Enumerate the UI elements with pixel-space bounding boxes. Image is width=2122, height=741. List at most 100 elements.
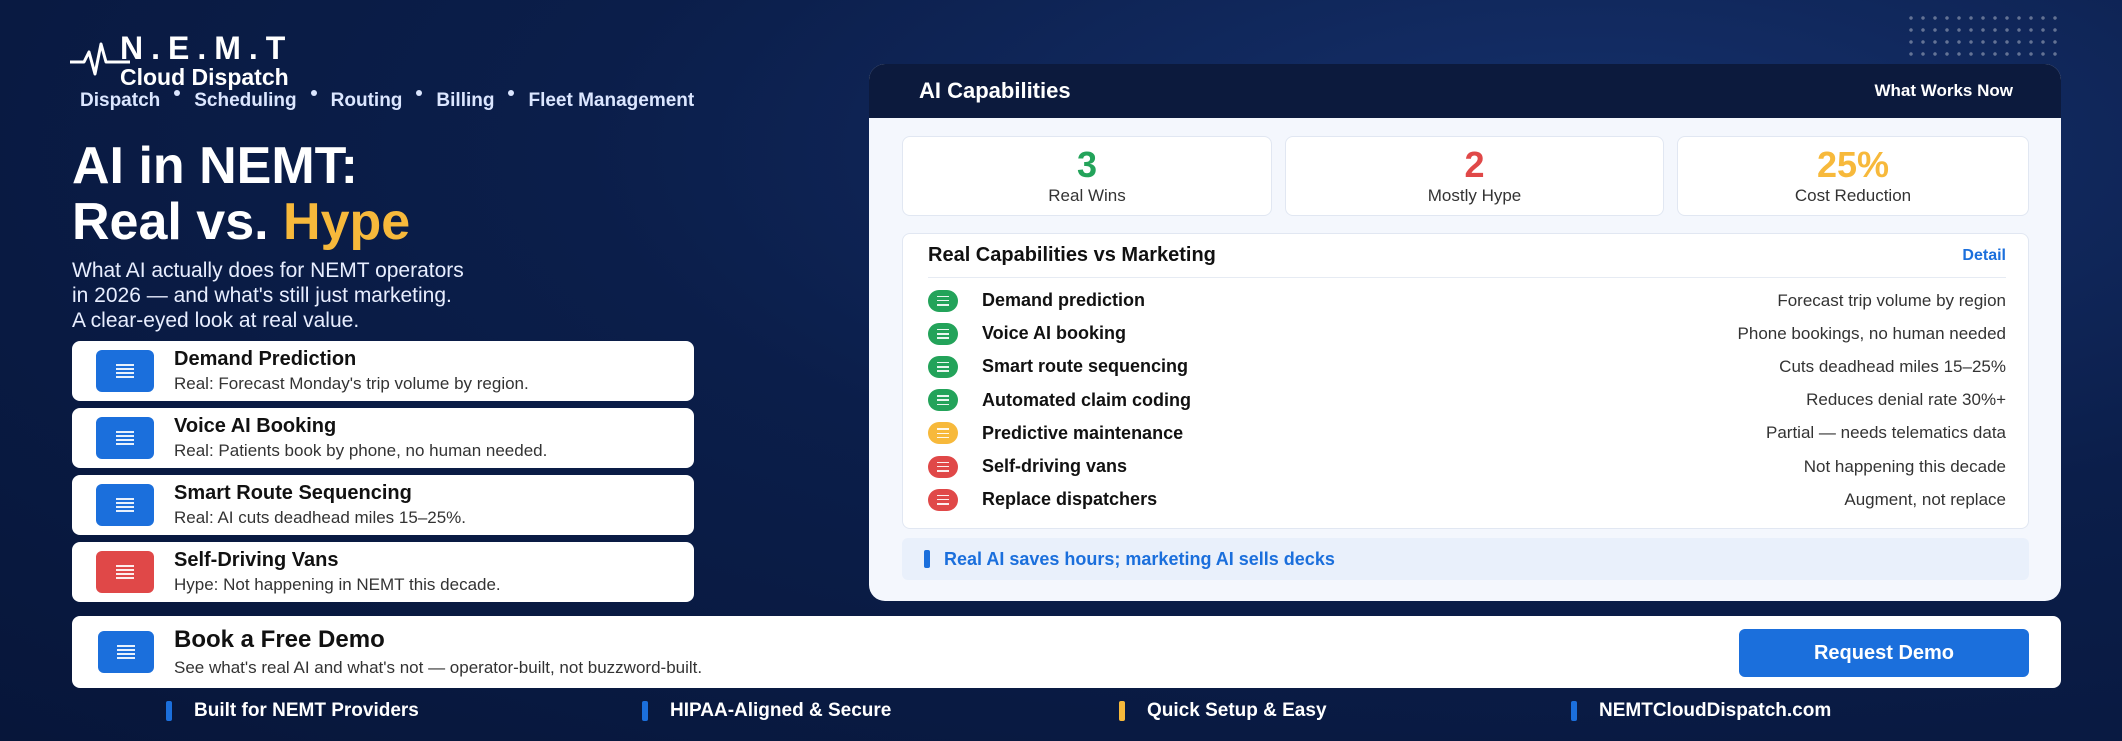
capability-desc: Phone bookings, no human needed	[1737, 323, 2006, 343]
accent-bar	[642, 701, 648, 721]
row-left: Replace dispatchers	[928, 488, 1158, 511]
nav-item-routing[interactable]: Routing	[331, 90, 403, 112]
table-row[interactable]: Self-driving vans Not happening this deca…	[928, 450, 2006, 483]
feature-card-list: Demand Prediction Real: Forecast Monday'…	[72, 341, 694, 609]
callout-banner: Real AI saves hours; marketing AI sells …	[902, 538, 2029, 580]
nav-item-fleet-management[interactable]: Fleet Management	[528, 90, 694, 112]
footer-item-text[interactable]: NEMTCloudDispatch.com	[1599, 700, 1831, 722]
hero-title-prefix: Real vs.	[72, 193, 284, 251]
row-left: Self-driving vans	[928, 455, 1128, 478]
status-icon	[928, 488, 958, 511]
capability-name: Demand prediction	[982, 290, 1146, 311]
card-title: Self-Driving Vans	[174, 549, 339, 571]
feature-card-demand-prediction[interactable]: Demand Prediction Real: Forecast Monday'…	[72, 341, 694, 401]
capability-name: Replace dispatchers	[982, 489, 1158, 510]
capability-name: Self-driving vans	[982, 456, 1128, 477]
capability-name: Predictive maintenance	[982, 422, 1184, 443]
footer-item-text: HIPAA-Aligned & Secure	[670, 700, 892, 721]
intro-line: What AI actually does for NEMT operators	[72, 259, 464, 282]
capability-name: Automated claim coding	[982, 389, 1192, 410]
table-row[interactable]: Voice AI booking Phone bookings, no human…	[928, 317, 2006, 350]
stat-value: 3	[1076, 144, 1098, 185]
stat-value: 25%	[1816, 144, 1890, 185]
table-header: Real Capabilities vs Marketing Detail	[928, 234, 2006, 278]
row-left: Demand prediction	[928, 289, 1146, 312]
status-icon	[928, 355, 958, 378]
brand-name: N.E.M.T	[120, 30, 294, 66]
accent-bar	[1119, 701, 1125, 721]
stat-real-wins: 3 Real Wins	[902, 136, 1272, 216]
accent-bar	[166, 701, 172, 721]
stat-label: Cost Reduction	[1794, 186, 1912, 205]
capability-desc: Not happening this decade	[1803, 456, 2006, 476]
table-row[interactable]: Automated claim coding Reduces denial rat…	[928, 384, 2006, 417]
stat-mostly-hype: 2 Mostly Hype	[1285, 136, 1664, 216]
card-title: Voice AI Booking	[174, 415, 337, 437]
capability-desc: Reduces denial rate 30%+	[1806, 390, 2006, 410]
nav-separator	[508, 90, 515, 96]
hero-title-highlight: Hype	[283, 193, 411, 251]
nav-item-billing[interactable]: Billing	[436, 90, 494, 112]
list-icon	[96, 484, 154, 526]
panel-title: AI Capabilities	[919, 78, 1071, 103]
list-icon	[96, 417, 154, 459]
ai-capabilities-panel: AI Capabilities What Works Now 3 Real Wi…	[869, 64, 2061, 601]
list-icon	[98, 631, 154, 673]
feature-card-voice-ai-booking[interactable]: Voice AI Booking Real: Patients book by …	[72, 408, 694, 468]
hero-title-line1: AI in NEMT:	[72, 137, 358, 195]
row-left: Automated claim coding	[928, 389, 1192, 412]
card-desc: Real: Forecast Monday's trip volume by r…	[174, 374, 529, 393]
nav-separator	[310, 90, 317, 96]
capability-name: Voice AI booking	[982, 323, 1127, 344]
capability-desc: Forecast trip volume by region	[1777, 290, 2006, 310]
row-left: Smart route sequencing	[928, 355, 1189, 378]
row-left: Voice AI booking	[928, 322, 1127, 345]
hero-title: AI in NEMT: Real vs. Hype	[72, 138, 410, 250]
status-icon	[928, 422, 958, 445]
hero-intro: What AI actually does for NEMT operators…	[72, 258, 632, 333]
row-left: Predictive maintenance	[928, 422, 1184, 445]
list-icon	[96, 551, 154, 593]
nav-separator	[174, 90, 181, 96]
footer-item: HIPAA-Aligned & Secure	[642, 700, 891, 722]
card-desc: Real: AI cuts deadhead miles 15–25%.	[174, 508, 467, 527]
intro-line: in 2026 — and what's still just marketin…	[72, 284, 452, 307]
footer-features: Built for NEMT Providers HIPAA-Aligned &…	[0, 700, 2122, 730]
stat-label: Real Wins	[1048, 186, 1126, 205]
table-row[interactable]: Smart route sequencing Cuts deadhead mile…	[928, 350, 2006, 383]
table-rows: Demand prediction Forecast trip volume by…	[928, 284, 2006, 516]
request-demo-button[interactable]: Request Demo	[1739, 629, 2029, 677]
status-icon	[928, 289, 958, 312]
status-icon	[928, 455, 958, 478]
card-desc: Hype: Not happening in NEMT this decade.	[174, 575, 501, 594]
nav-item-dispatch[interactable]: Dispatch	[80, 90, 160, 112]
stat-label: Mostly Hype	[1427, 186, 1522, 205]
status-icon	[928, 322, 958, 345]
table-row[interactable]: Predictive maintenance Partial — needs te…	[928, 417, 2006, 450]
nav-item-scheduling[interactable]: Scheduling	[194, 90, 296, 112]
table-row[interactable]: Demand prediction Forecast trip volume by…	[928, 284, 2006, 317]
footer-item: Built for NEMT Providers	[166, 700, 419, 722]
demo-title: Book a Free Demo	[174, 626, 385, 653]
nav-separator	[416, 90, 423, 96]
footer-item: Quick Setup & Easy	[1119, 700, 1327, 722]
capability-name: Smart route sequencing	[982, 356, 1189, 377]
capability-desc: Cuts deadhead miles 15–25%	[1779, 356, 2006, 376]
capability-desc: Partial — needs telematics data	[1765, 423, 2006, 443]
stat-cost-reduction: 25% Cost Reduction	[1677, 136, 2029, 216]
table-row[interactable]: Replace dispatchers Augment, not replace	[928, 483, 2006, 516]
hero-title-line2: Real vs. Hype	[72, 194, 410, 250]
demo-desc: See what's real AI and what's not — oper…	[174, 658, 703, 677]
decorative-dot-grid	[1905, 12, 2065, 60]
feature-card-smart-route-sequencing[interactable]: Smart Route Sequencing Real: AI cuts dea…	[72, 475, 694, 535]
table-title: Real Capabilities vs Marketing	[928, 244, 1216, 266]
accent-bar	[1571, 701, 1577, 721]
card-title: Demand Prediction	[174, 348, 357, 370]
demo-banner: Book a Free Demo See what's real AI and …	[72, 616, 2061, 688]
stat-value: 2	[1464, 144, 1485, 185]
feature-card-self-driving-vans[interactable]: Self-Driving Vans Hype: Not happening in…	[72, 542, 694, 602]
brand-logo[interactable]: N.E.M.T Cloud Dispatch	[70, 30, 370, 90]
panel-tag: What Works Now	[1874, 81, 2013, 100]
detail-link[interactable]: Detail	[1962, 247, 2006, 265]
stats-row: 3 Real Wins 2 Mostly Hype 25% Cost Reduc…	[902, 136, 2029, 216]
